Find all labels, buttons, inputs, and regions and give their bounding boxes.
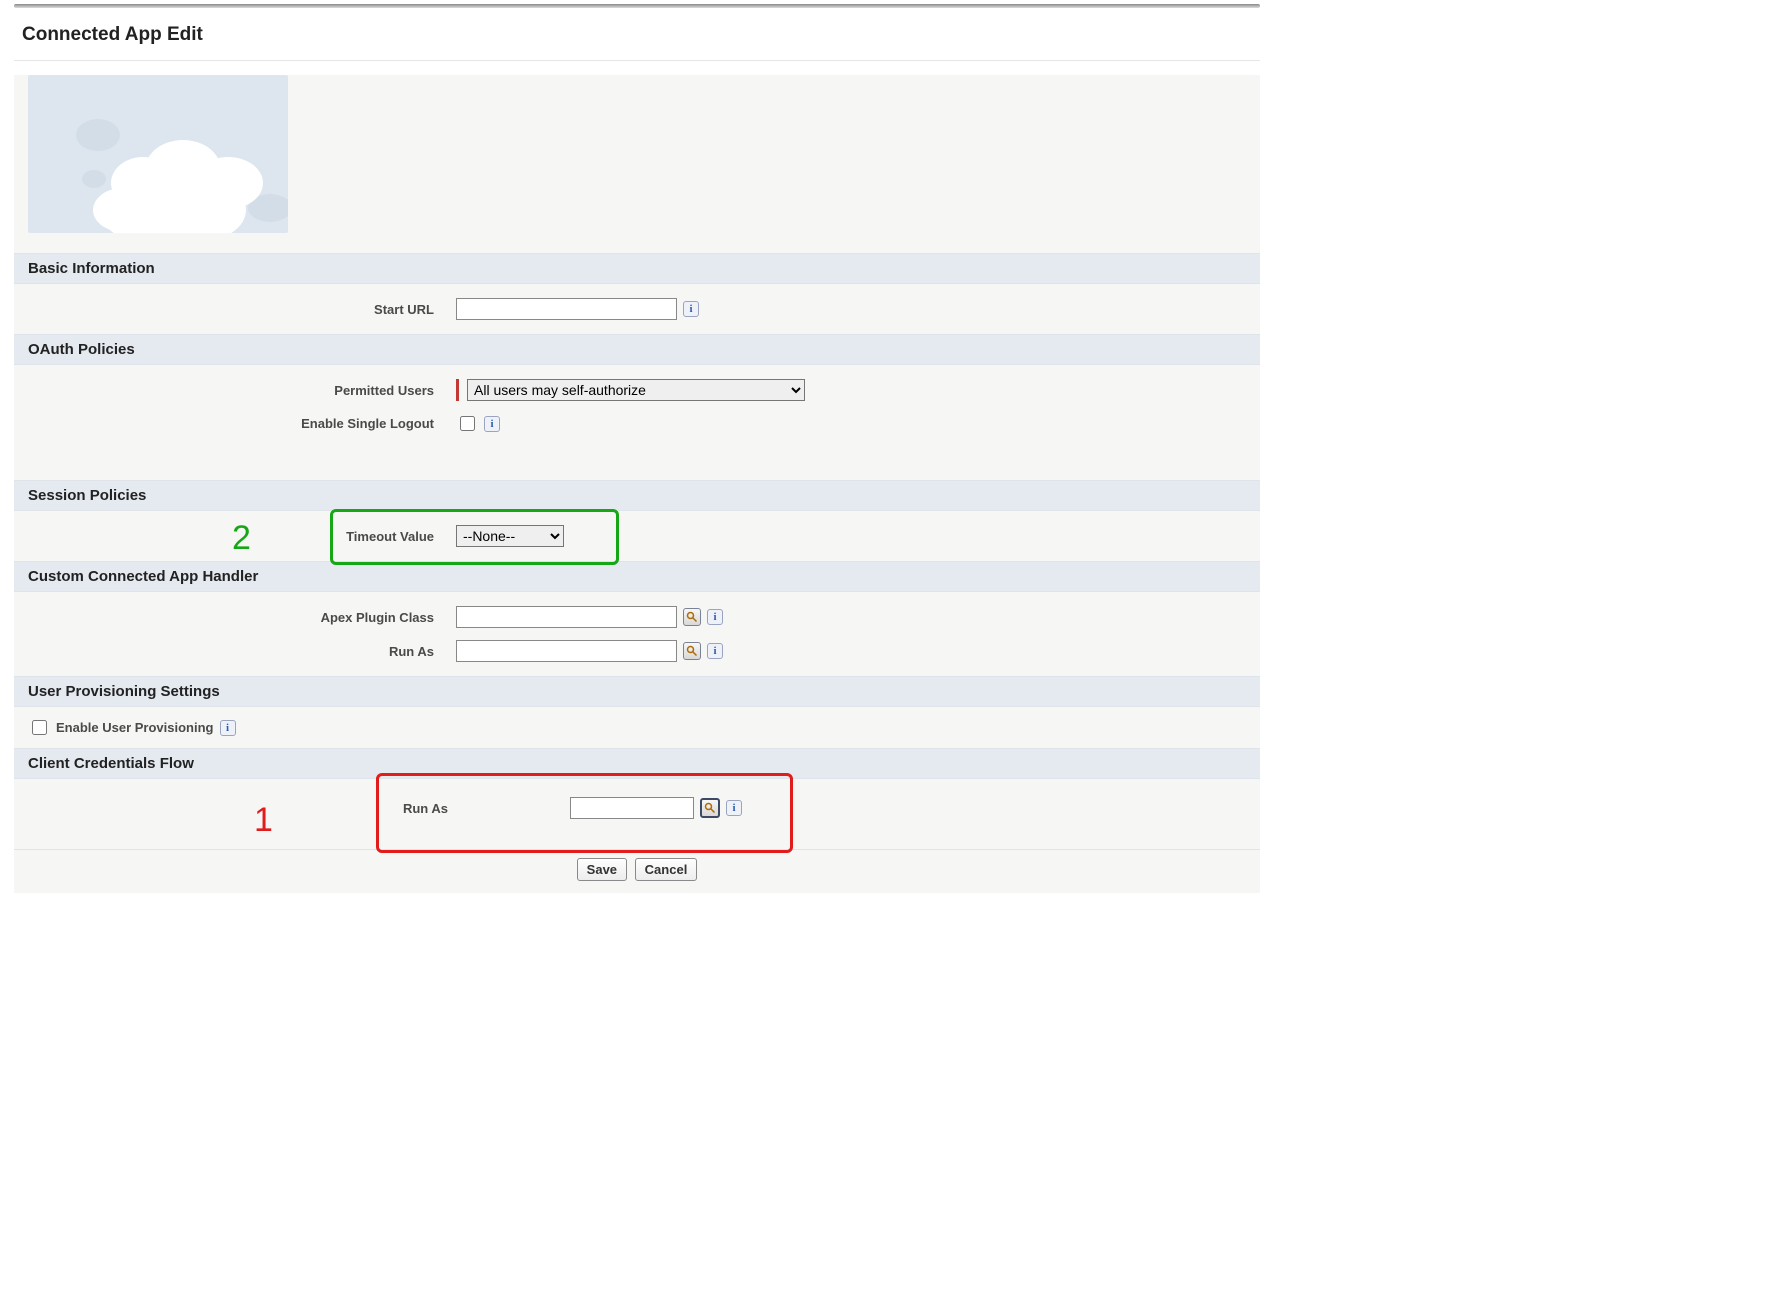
cloud-icon [28, 75, 288, 233]
annotation-label-1: 1 [254, 801, 273, 840]
start-url-label: Start URL [14, 302, 456, 317]
enable-single-logout-checkbox[interactable] [460, 416, 475, 431]
help-icon[interactable]: i [220, 720, 236, 736]
save-button[interactable]: Save [577, 858, 627, 881]
annotation-label-2: 2 [232, 519, 251, 558]
app-logo-placeholder [28, 75, 288, 233]
enable-user-provisioning-label: Enable User Provisioning [56, 720, 214, 735]
help-icon[interactable]: i [484, 416, 500, 432]
section-header-session: Session Policies [14, 480, 1260, 511]
button-bar: Save Cancel [14, 849, 1260, 893]
lookup-icon[interactable] [683, 642, 701, 660]
start-url-input[interactable] [456, 298, 677, 320]
lookup-icon[interactable] [683, 608, 701, 626]
content-panel: Basic Information Start URL i OAuth Poli… [14, 75, 1260, 893]
annotation-box-1 [376, 773, 793, 853]
help-icon[interactable]: i [707, 643, 723, 659]
permitted-users-label: Permitted Users [14, 383, 456, 398]
handler-runas-label: Run As [14, 644, 456, 659]
permitted-users-select[interactable]: All users may self-authorize [467, 379, 805, 401]
enable-user-provisioning-checkbox[interactable] [32, 720, 47, 735]
annotation-box-2 [330, 509, 619, 565]
cancel-button[interactable]: Cancel [635, 858, 698, 881]
section-header-provisioning: User Provisioning Settings [14, 676, 1260, 707]
apex-plugin-class-input[interactable] [456, 606, 677, 628]
handler-runas-input[interactable] [456, 640, 677, 662]
section-header-handler: Custom Connected App Handler [14, 561, 1260, 592]
enable-single-logout-label: Enable Single Logout [14, 416, 456, 431]
help-icon[interactable]: i [707, 609, 723, 625]
page-title: Connected App Edit [14, 18, 1260, 61]
section-header-basic-info: Basic Information [14, 253, 1260, 284]
window-top-border [14, 4, 1260, 8]
section-header-oauth: OAuth Policies [14, 334, 1260, 365]
apex-plugin-class-label: Apex Plugin Class [14, 610, 456, 625]
required-indicator [456, 379, 459, 401]
help-icon[interactable]: i [683, 301, 699, 317]
